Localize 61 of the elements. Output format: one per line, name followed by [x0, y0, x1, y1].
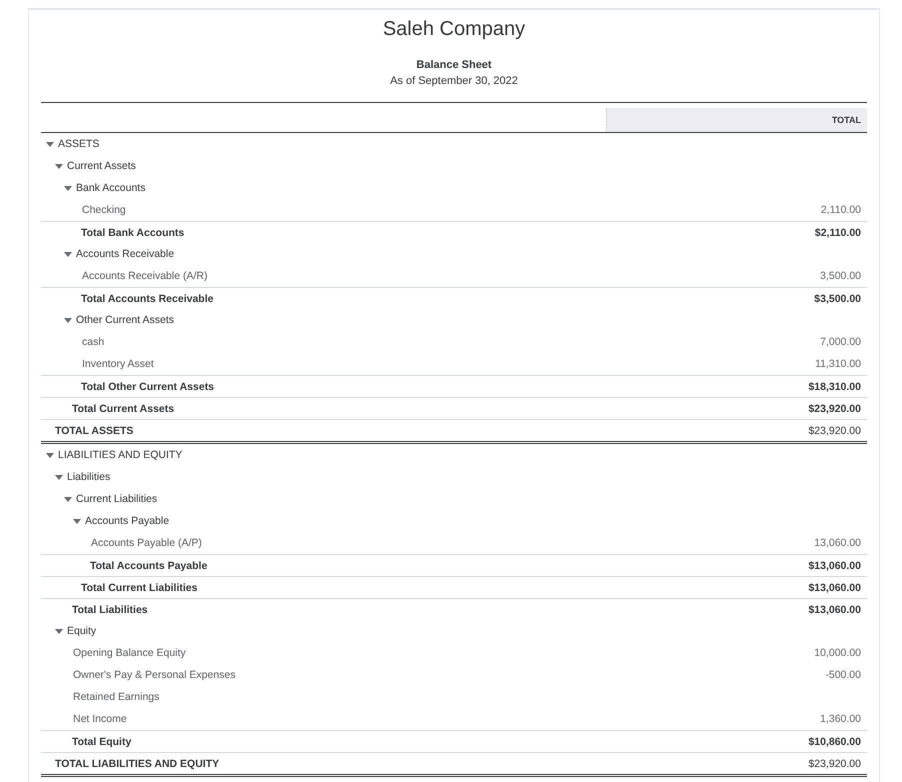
report-period: As of September 30, 2022	[389, 74, 519, 88]
total-label: Total Equity	[72, 736, 132, 748]
amount: 13,060.00	[814, 537, 861, 549]
account-label: Accounts Payable (A/P)	[91, 537, 202, 549]
total-label: Total Current Assets	[72, 402, 174, 414]
total-label: TOTAL LIABILITIES AND EQUITY	[55, 758, 220, 770]
total-amount: $13,060.00	[808, 582, 861, 594]
caret-icon[interactable]	[55, 474, 63, 480]
caret-icon[interactable]	[64, 186, 72, 190]
column-header: TOTAL	[606, 108, 867, 132]
total-label: Total Current Liabilities	[81, 582, 198, 594]
total-label: Total Other Current Assets	[81, 380, 214, 392]
caret-icon[interactable]	[46, 452, 54, 458]
section-label: LIABILITIES AND EQUITY	[58, 449, 182, 461]
account-label: Inventory Asset	[82, 358, 154, 370]
amount: 11,310.00	[815, 358, 861, 370]
amount: 1,360.00	[820, 713, 861, 725]
total-amount: $23,920.00	[808, 402, 861, 414]
report-title: Balance Sheet	[415, 58, 493, 72]
section-label: ASSETS	[58, 138, 100, 150]
total-amount: $13,060.00	[808, 604, 861, 616]
total-amount: $2,110.00	[814, 226, 861, 238]
total-amount: $23,920.00	[808, 424, 861, 436]
amount: -500.00	[825, 669, 861, 681]
caret-icon[interactable]	[55, 628, 63, 634]
section-label: Accounts Receivable	[76, 248, 174, 260]
section-label: Current Assets	[67, 160, 136, 172]
total-amount: $13,060.00	[808, 560, 861, 572]
company-name: Saleh Company	[382, 17, 526, 42]
total-amount: $3,500.00	[814, 292, 861, 304]
account-label: Opening Balance Equity	[73, 647, 186, 659]
amount: 7,000.00	[820, 336, 861, 348]
account-label: Owner's Pay & Personal Expenses	[73, 669, 236, 681]
section-label: Equity	[67, 625, 96, 637]
section-label: Bank Accounts	[76, 182, 146, 194]
amount: 3,500.00	[820, 270, 861, 282]
total-label: Total Liabilities	[72, 604, 148, 616]
caret-icon[interactable]	[64, 496, 72, 502]
section-label: Other Current Assets	[76, 314, 174, 326]
total-label: Total Accounts Payable	[90, 560, 208, 572]
total-amount: $10,860.00	[808, 736, 861, 748]
total-label: Total Accounts Receivable	[81, 292, 214, 304]
caret-icon[interactable]	[64, 318, 72, 322]
account-label: Checking	[82, 204, 126, 216]
account-label: cash	[82, 336, 104, 348]
caret-icon[interactable]	[46, 142, 54, 146]
caret-icon[interactable]	[73, 518, 81, 524]
account-label: Net Income	[73, 713, 127, 725]
total-label: TOTAL ASSETS	[55, 424, 134, 436]
section-label: Current Liabilities	[76, 493, 158, 505]
caret-icon[interactable]	[64, 252, 72, 256]
caret-icon[interactable]	[55, 164, 63, 168]
amount: 2,110.00	[820, 204, 861, 216]
section-label: Accounts Payable	[85, 515, 170, 527]
account-label: Accounts Receivable (A/R)	[82, 270, 208, 282]
total-amount: $18,310.00	[808, 380, 861, 392]
total-label: Total Bank Accounts	[81, 226, 184, 238]
total-amount: $23,920.00	[808, 758, 861, 770]
account-label: Retained Earnings	[73, 691, 160, 703]
section-label: Liabilities	[67, 471, 110, 483]
amount: 10,000.00	[814, 647, 861, 659]
